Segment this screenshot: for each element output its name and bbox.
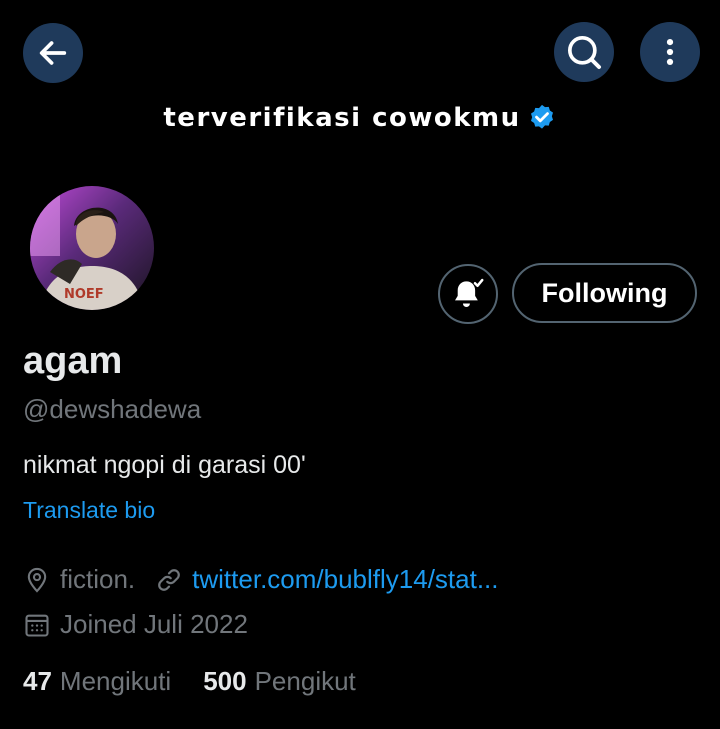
verified-badge-icon: [530, 104, 553, 129]
more-options-button[interactable]: [640, 22, 700, 82]
avatar-photo: NOEF: [30, 186, 154, 310]
following-button[interactable]: Following: [512, 263, 697, 323]
back-button[interactable]: [23, 23, 83, 83]
avatar[interactable]: NOEF: [27, 183, 157, 313]
calendar-icon: [25, 614, 49, 637]
location-pin-icon: [27, 567, 47, 593]
svg-text:NOEF: NOEF: [64, 287, 104, 302]
banner-text: terverifikasi cowokmu: [163, 103, 521, 133]
arrow-left-icon: [39, 41, 67, 65]
following-count: 47: [23, 666, 52, 696]
search-icon: [568, 36, 601, 69]
link-icon: [158, 568, 181, 591]
followers-stat[interactable]: 500 Pengikut: [203, 666, 356, 697]
location-text: fiction.: [60, 564, 136, 594]
follow-stats: 47 Mengikuti 500 Pengikut: [23, 666, 356, 697]
following-stat[interactable]: 47 Mengikuti: [23, 666, 171, 697]
display-name: agam: [23, 340, 123, 382]
profile-meta-row: fiction. twitter.com/bublfly14/stat...: [23, 564, 499, 595]
translate-bio-link[interactable]: Translate bio: [23, 497, 155, 524]
bio-text: nikmat ngopi di garasi 00': [23, 451, 306, 479]
bell-check-icon: [455, 278, 484, 307]
followers-count: 500: [203, 666, 247, 696]
following-label: Mengikuti: [59, 666, 172, 696]
user-handle: @dewshadewa: [23, 394, 202, 424]
notifications-button[interactable]: [438, 264, 498, 324]
website-link[interactable]: twitter.com/bublfly14/stat...: [192, 564, 498, 595]
joined-row: Joined Juli 2022: [23, 609, 248, 640]
more-vertical-icon: [666, 38, 674, 66]
banner-title: terverifikasi cowokmu: [0, 100, 720, 136]
joined-date-text: Joined Juli 2022: [60, 609, 248, 639]
followers-label: Pengikut: [254, 666, 356, 696]
search-button[interactable]: [554, 22, 614, 82]
